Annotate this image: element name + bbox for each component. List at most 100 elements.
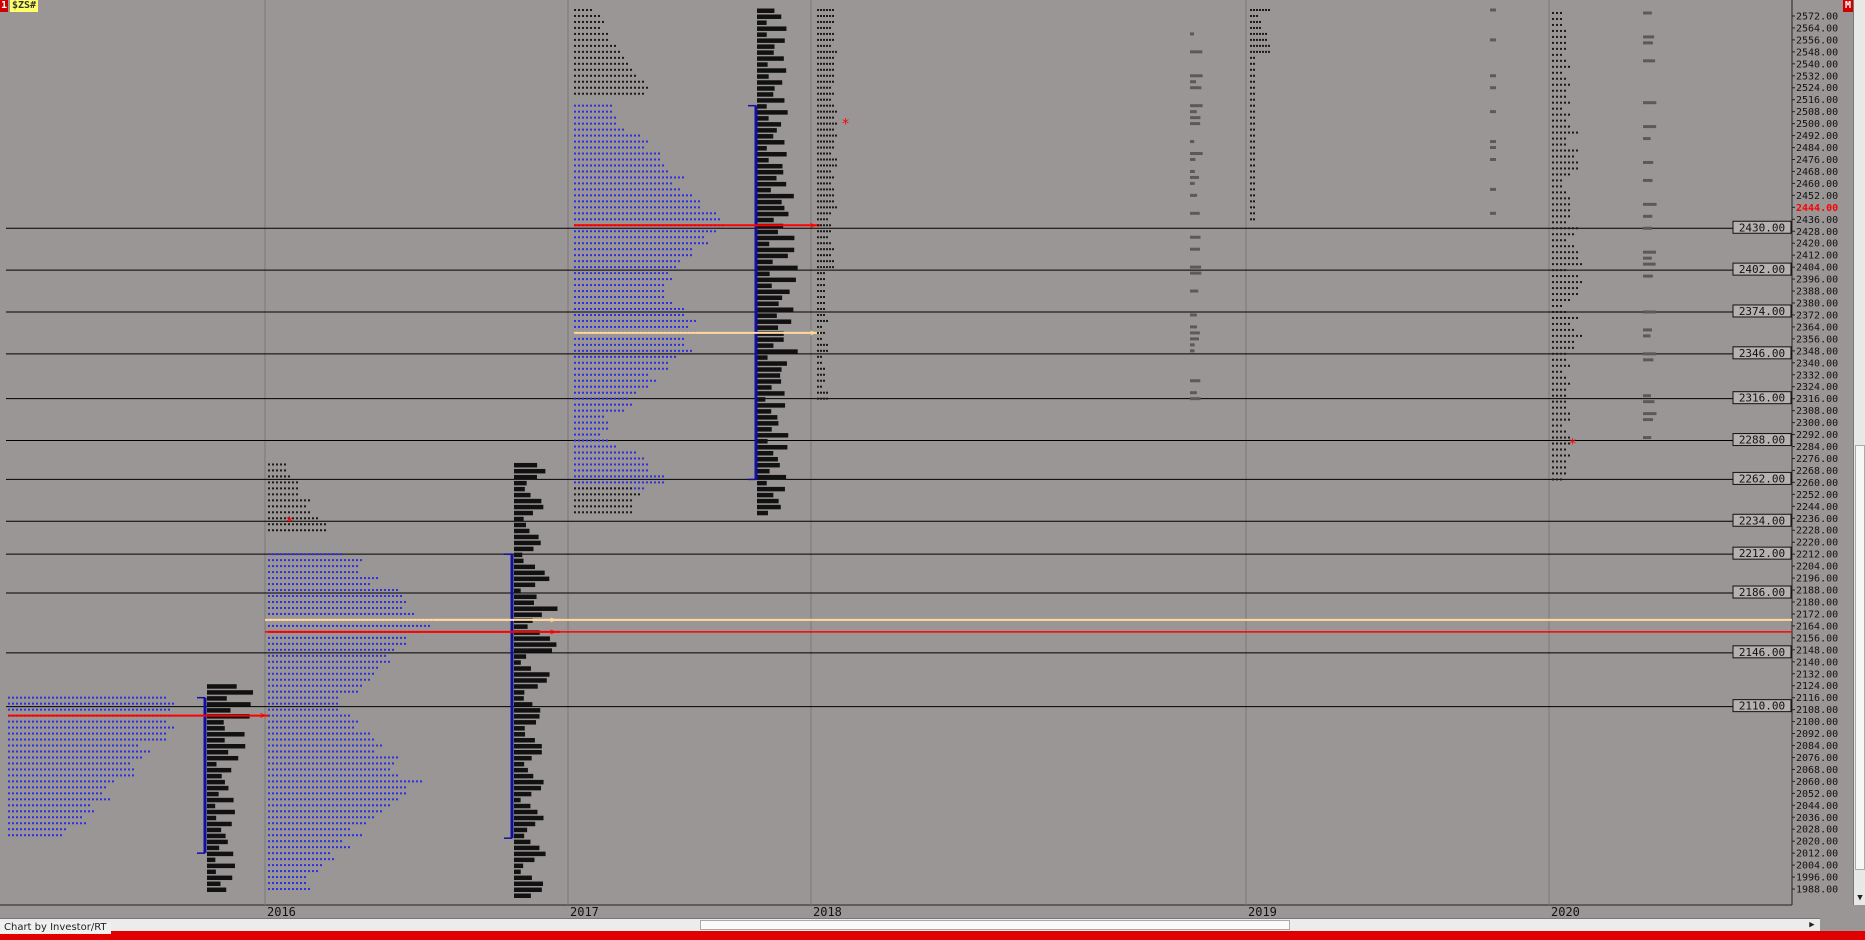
tpo-block-2017 [602, 218, 604, 221]
tpo-block-2016 [380, 744, 382, 747]
tpo-block-2017-top [602, 74, 604, 77]
tpo-block-2019 [1262, 50, 1264, 53]
chart-canvas[interactable]: 2016 2017 2018 2019 20202430.002402.002374.0… [0, 0, 1865, 918]
tpo-block-2017 [706, 242, 708, 245]
tpo-block-2020 [1556, 322, 1558, 325]
tpo-block-2017-top [586, 92, 588, 95]
tpo-block-2017 [598, 254, 600, 257]
volume-bar-2017 [757, 265, 798, 271]
tpo-block-2016 [384, 595, 386, 598]
tpo-block-2016 [320, 589, 322, 592]
tpo-block-2016 [288, 822, 290, 825]
tpo-block-2016 [308, 864, 310, 867]
tpo-block-2015 [76, 738, 78, 741]
tpo-block-2019 [1250, 98, 1252, 101]
tpo-block-2017 [658, 260, 660, 263]
tpo-block-2018 [817, 98, 819, 101]
tpo-block-2016 [288, 606, 290, 609]
tpo-block-2016 [348, 726, 350, 729]
volume-bar-2016 [514, 833, 525, 839]
tpo-block-2016 [276, 612, 278, 615]
tpo-block-2015 [44, 744, 46, 747]
tpo-block-2015 [140, 726, 142, 729]
tpo-block-2016 [292, 583, 294, 586]
tpo-block-2016 [300, 744, 302, 747]
tpo-block-2017 [590, 373, 592, 376]
tpo-block-2016 [284, 577, 286, 580]
tpo-block-2016 [300, 834, 302, 837]
tpo-block-2020 [1552, 346, 1554, 349]
tpo-block-2016-top [292, 499, 294, 502]
tpo-block-2016 [292, 565, 294, 568]
tpo-block-2017 [574, 337, 576, 340]
tpo-block-2019 [1253, 110, 1255, 113]
tpo-block-2017-top [590, 80, 592, 83]
tpo-block-2016 [280, 672, 282, 675]
tpo-block-2017 [634, 242, 636, 245]
tpo-block-2017 [586, 391, 588, 394]
tpo-block-2016 [332, 726, 334, 729]
volume-bar-2016 [514, 564, 536, 570]
tpo-block-2015 [84, 768, 86, 771]
tpo-block-2016 [324, 786, 326, 789]
tpo-block-2017 [666, 313, 668, 316]
tpo-block-2017 [606, 110, 608, 113]
tpo-block-2017 [586, 116, 588, 119]
volume-bar-2015 [207, 851, 234, 857]
tpo-block-2017 [678, 206, 680, 209]
tpo-block-2016-top [304, 499, 306, 502]
tpo-block-2016 [340, 732, 342, 735]
tpo-block-2015 [128, 720, 130, 723]
volume-bar-2017 [757, 181, 787, 187]
tpo-block-2016 [312, 852, 314, 855]
tpo-block-2015 [76, 756, 78, 759]
tpo-block-2018 [829, 140, 831, 143]
tpo-block-2016 [320, 732, 322, 735]
tpo-block-2017-top [578, 14, 580, 17]
tpo-block-2017 [618, 313, 620, 316]
tpo-block-2017-top [578, 80, 580, 83]
volume-bar-2015 [207, 863, 235, 869]
tpo-block-2017-top [598, 50, 600, 53]
tpo-block-2015 [68, 774, 70, 777]
tpo-block-2020 [1556, 269, 1558, 272]
tpo-block-2017 [610, 379, 612, 382]
volume-bar-2016 [514, 498, 542, 504]
tpo-block-2017 [606, 349, 608, 352]
tpo-block-2020 [1580, 281, 1582, 284]
tpo-block-2016 [268, 600, 270, 603]
tpo-block-2017 [658, 218, 660, 221]
tpo-block-2017 [590, 415, 592, 418]
tpo-block-2016 [268, 642, 270, 645]
tpo-block-2016 [272, 798, 274, 801]
tpo-block-2015 [20, 762, 22, 765]
tpo-block-2015 [8, 804, 10, 807]
market-profile-chart[interactable]: 2016 2017 2018 2019 2020 2430.00 2402.00 2374.0… [0, 0, 1865, 940]
tpo-block-2016 [304, 774, 306, 777]
tpo-block-2017 [578, 284, 580, 287]
volume-bar-2019 [1190, 50, 1203, 54]
tpo-block-2015 [52, 702, 54, 705]
tpo-block-2020 [1560, 460, 1562, 463]
tpo-block-2018 [832, 68, 834, 71]
tpo-block-2017 [574, 134, 576, 137]
tpo-block-2016 [376, 612, 378, 615]
tpo-block-2020 [1564, 257, 1566, 260]
tpo-block-2015 [136, 696, 138, 699]
tpo-block-2015 [36, 780, 38, 783]
tpo-block-2015 [128, 744, 130, 747]
tpo-block-2015 [124, 720, 126, 723]
tpo-block-2017 [610, 325, 612, 328]
tpo-block-2018 [820, 266, 822, 269]
tpo-block-2018 [823, 74, 825, 77]
tpo-block-2017 [626, 385, 628, 388]
tpo-block-2016 [300, 636, 302, 639]
tpo-block-2017 [574, 379, 576, 382]
tpo-block-2017 [606, 236, 608, 239]
tpo-block-2019 [1259, 44, 1261, 47]
tpo-block-2017 [654, 379, 656, 382]
tpo-block-2017 [634, 158, 636, 161]
volume-bar-2015 [207, 803, 216, 809]
volume-bar-2017 [757, 146, 767, 151]
tpo-block-2015 [132, 732, 134, 735]
